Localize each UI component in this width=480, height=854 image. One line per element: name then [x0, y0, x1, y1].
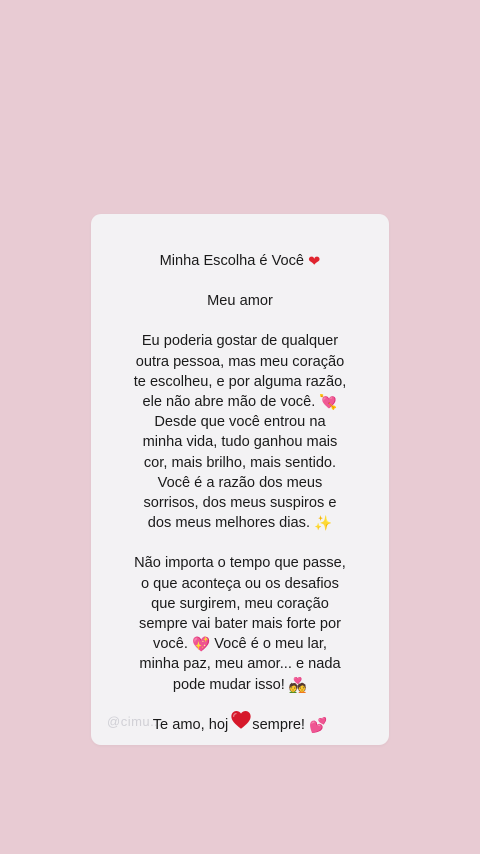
text-line: dos meus melhores dias. ✨	[147, 515, 333, 533]
text-line: minha paz, meu amor... e nada	[139, 656, 341, 673]
text-line: pode mudar isso! 💑	[172, 676, 308, 694]
text-line: você. 💖 Você é o meu lar,	[153, 636, 327, 654]
text-line: Desde que você entrou na	[154, 414, 326, 431]
title-text: Minha Escolha é Você	[159, 253, 305, 269]
text-line: te escolheu, e por alguma razão,	[133, 373, 347, 390]
watermark: @cimu...	[107, 714, 163, 729]
text-line: cor, mais brilho, mais sentido.	[143, 454, 337, 471]
text-line: sorrisos, dos meus suspiros e	[143, 495, 337, 512]
message-text: Minha Escolha é Você ❤ Meu amor Eu poder…	[91, 251, 389, 735]
text-line: outra pessoa, mas meu coração	[135, 353, 345, 370]
heart-with-arrow-icon: 💘	[319, 394, 338, 412]
couple-with-heart-icon: 💑	[288, 676, 308, 694]
message-card: Minha Escolha é Você ❤ Meu amor Eu poder…	[91, 214, 389, 745]
sparkles-icon: ✨	[314, 515, 333, 533]
two-hearts-icon: 💕	[309, 716, 328, 734]
text-line: que surgirem, meu coração	[151, 595, 329, 612]
red-heart-icon: ❤	[308, 253, 321, 270]
text-line: sempre vai bater mais forte por	[139, 616, 341, 633]
message-title: Minha Escolha é Você ❤	[91, 251, 389, 271]
red-heart-icon	[231, 711, 251, 729]
paragraph-2: Não importa o tempo que passe, o que aco…	[91, 553, 389, 694]
text-line: o que aconteça ou os desafios	[141, 575, 339, 592]
text-line: minha vida, tudo ganhou mais	[142, 434, 338, 451]
text-line: Eu poderia gostar de qualquer	[141, 333, 339, 350]
text-line: Não importa o tempo que passe,	[134, 555, 346, 572]
text-line: ele não abre mão de você. 💘	[142, 394, 338, 412]
text-line: Você é a razão dos meus	[157, 474, 323, 491]
greeting: Meu amor	[207, 293, 273, 310]
sparkling-heart-icon: 💖	[191, 636, 211, 654]
paragraph-1: Eu poderia gostar de qualquer outra pess…	[91, 331, 389, 533]
